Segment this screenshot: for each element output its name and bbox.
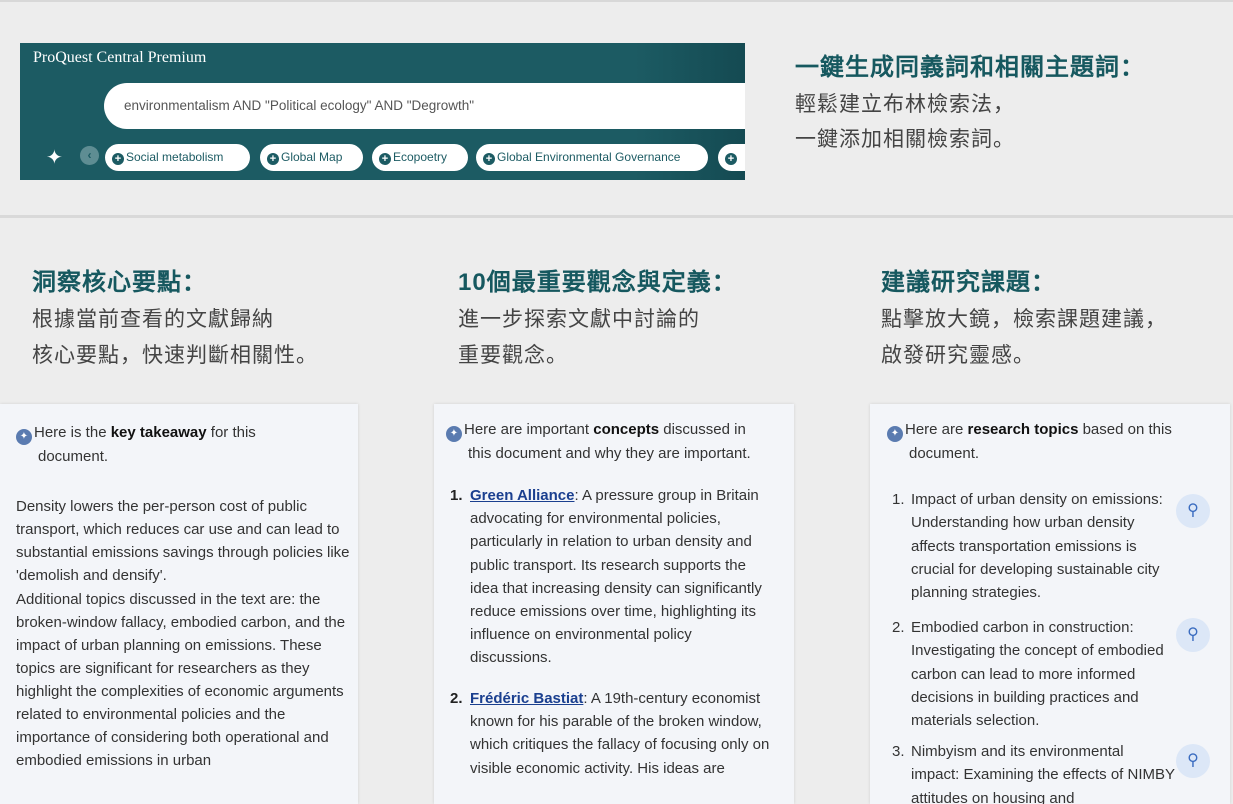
concept-link-green-alliance[interactable]: Green Alliance	[470, 487, 575, 504]
ai-assistant-icon: ✦	[16, 429, 32, 445]
concepts-card: ✦ Here are important concepts discussed i…	[434, 404, 794, 804]
search-icon[interactable]: ⚲	[1176, 494, 1210, 528]
ai-assistant-icon: ✦	[887, 426, 903, 442]
plus-icon: +	[483, 153, 495, 165]
feature-desc-takeaway-2: 核心要點，快速判斷相關性。	[32, 344, 318, 367]
chip-global-environmental-governance[interactable]: + Global Environmental Governance	[476, 144, 708, 171]
takeaway-paragraph-2: Additional topics discussed in the text …	[16, 591, 346, 769]
takeaway-intro: ✦ Here is the key takeaway for this docum…	[16, 421, 346, 468]
sparkle-icon[interactable]: ✦	[46, 145, 63, 170]
topic-item: 1. Impact of urban density on emissions: …	[892, 491, 1163, 602]
takeaway-card: ✦ Here is the key takeaway for this docum…	[0, 404, 358, 804]
feature-title-concepts: 10個最重要觀念與定義：	[458, 269, 737, 296]
concepts-intro: ✦ Here are important concepts discussed i…	[446, 418, 791, 465]
search-icon[interactable]: ⚲	[1176, 744, 1210, 778]
search-icon[interactable]: ⚲	[1176, 618, 1210, 652]
chip-global-map[interactable]: + Global Map	[260, 144, 363, 171]
search-input[interactable]: environmentalism AND "Political ecology"…	[104, 83, 745, 129]
feature-title-takeaway: 洞察核心要點：	[32, 269, 207, 296]
plus-icon: +	[725, 153, 737, 165]
feature-desc-concepts-1: 進一步探索文獻中討論的	[458, 308, 700, 331]
topics-intro: ✦ Here are research topics based on this …	[887, 418, 1217, 465]
topic-item: 2. Embodied carbon in construction: Inves…	[892, 619, 1164, 730]
feature-desc-synonyms-2: 一鍵添加相關檢索詞。	[795, 128, 1015, 151]
feature-title-synonyms: 一鍵生成同義詞和相關主題詞：	[795, 54, 1145, 81]
app-title: ProQuest Central Premium	[33, 49, 207, 66]
feature-desc-topics-2: 啟發研究靈感。	[881, 344, 1035, 367]
chip-social-metabolism[interactable]: + Social metabolism	[105, 144, 250, 171]
plus-icon: +	[112, 153, 124, 165]
proquest-search-panel: ProQuest Central Premium environmentalis…	[20, 43, 745, 180]
plus-icon: +	[379, 153, 391, 165]
chevron-left-icon[interactable]: ‹	[80, 146, 99, 165]
takeaway-paragraph-1: Density lowers the per-person cost of pu…	[16, 498, 350, 584]
feature-desc-topics-1: 點擊放大鏡，檢索課題建議，	[881, 308, 1167, 331]
chip-truncated[interactable]: +	[718, 144, 745, 171]
feature-title-topics: 建議研究課題：	[881, 269, 1056, 296]
feature-desc-synonyms-1: 輕鬆建立布林檢索法，	[795, 93, 1015, 116]
concept-link-frederic-bastiat[interactable]: Frédéric Bastiat	[470, 690, 583, 707]
feature-desc-takeaway-1: 根據當前查看的文獻歸納	[32, 308, 274, 331]
ai-assistant-icon: ✦	[446, 426, 462, 442]
chip-ecopoetry[interactable]: + Ecopoetry	[372, 144, 468, 171]
concept-item: 1. Green Alliance: A pressure group in Br…	[450, 487, 762, 667]
plus-icon: +	[267, 153, 279, 165]
topic-item: 3. Nimbyism and its environmental impact:…	[892, 743, 1175, 804]
topics-card: ✦ Here are research topics based on this …	[870, 404, 1230, 804]
feature-desc-concepts-2: 重要觀念。	[458, 344, 568, 367]
concept-item: 2. Frédéric Bastiat: A 19th-century econo…	[450, 690, 770, 777]
